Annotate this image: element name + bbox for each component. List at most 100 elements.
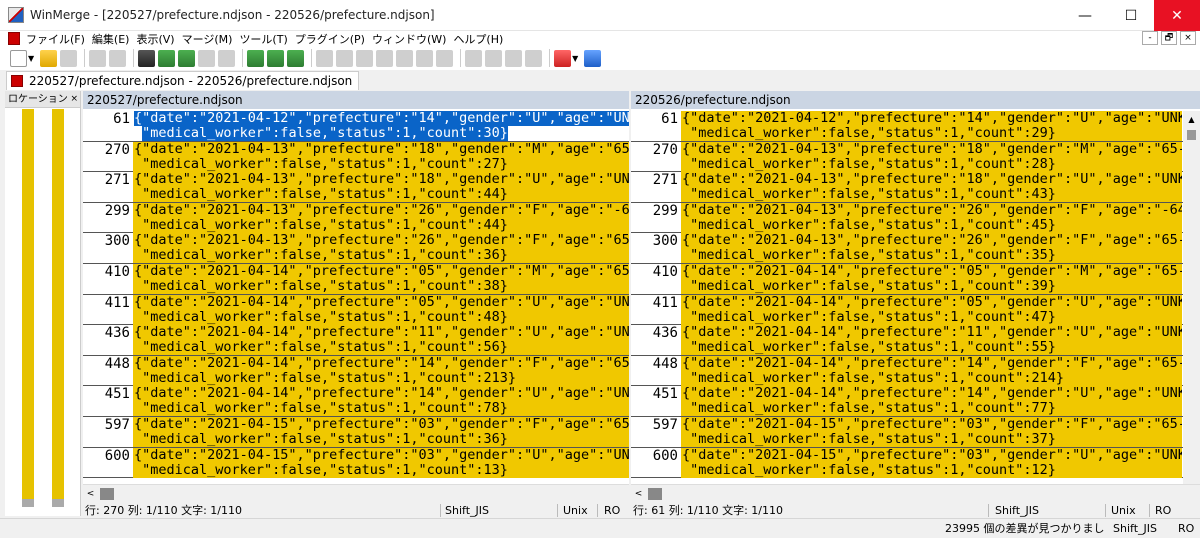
tab-compare[interactable]: 220527/prefecture.ndjson - 220526/prefec… (6, 71, 360, 90)
diff-line-text[interactable]: {"date":"2021-04-12","prefecture":"14","… (133, 111, 629, 141)
menu-edit[interactable]: 編集(E) (92, 31, 130, 47)
diff-line-text[interactable]: {"date":"2021-04-15","prefecture":"03","… (133, 416, 629, 447)
vertical-scrollbar[interactable]: ▲ (1183, 111, 1200, 484)
menu-help[interactable]: ヘルプ(H) (453, 31, 503, 47)
diff-row[interactable]: 270 {"date":"2021-04-13","prefecture":"18… (631, 141, 1200, 173)
current-difference-icon[interactable] (267, 49, 285, 67)
diff-row[interactable]: 299 {"date":"2021-04-13","prefecture":"26… (83, 202, 629, 234)
menu-tools[interactable]: ツール(T) (239, 31, 287, 47)
scroll-thumb[interactable] (1187, 130, 1196, 140)
diff-line-text[interactable]: {"date":"2021-04-14","prefecture":"14","… (133, 355, 629, 386)
all-right-icon[interactable] (396, 49, 414, 67)
new-dropdown-icon[interactable]: ▼ (28, 54, 34, 63)
diff-line-text[interactable]: {"date":"2021-04-14","prefecture":"05","… (133, 263, 629, 294)
document-menu-icon[interactable] (8, 32, 20, 45)
copy-left-icon[interactable] (336, 49, 354, 67)
redo-icon[interactable] (109, 49, 127, 67)
move-first-icon[interactable] (465, 49, 483, 67)
diff-row[interactable]: 436 {"date":"2021-04-14","prefecture":"11… (83, 325, 629, 356)
diff-line-text[interactable]: {"date":"2021-04-13","prefecture":"26","… (133, 233, 629, 264)
diff-row[interactable]: 600 {"date":"2021-04-15","prefecture":"03… (83, 447, 629, 479)
diff-row[interactable]: 600 {"date":"2021-04-15","prefecture":"03… (631, 447, 1200, 479)
maximize-button[interactable]: ☐ (1108, 0, 1154, 31)
diff-row[interactable]: 299 {"date":"2021-04-13","prefecture":"26… (631, 202, 1200, 234)
location-pane-close-icon[interactable]: × (70, 91, 78, 108)
diff-row[interactable]: 448 {"date":"2021-04-14","prefecture":"14… (83, 355, 629, 387)
close-button[interactable]: ✕ (1154, 0, 1200, 31)
menu-merge[interactable]: マージ(M) (182, 31, 233, 47)
left-pane-content[interactable]: 61 {"date":"2021-04-12","prefecture":"14"… (83, 111, 629, 484)
location-bar-left[interactable] (22, 109, 34, 507)
diff-row[interactable]: 61 {"date":"2021-04-12","prefecture":"14"… (83, 111, 629, 142)
all-left-icon[interactable] (416, 49, 434, 67)
diff-row[interactable]: 411 {"date":"2021-04-14","prefecture":"05… (631, 294, 1200, 326)
right-file-pane[interactable]: 220526/prefecture.ndjson 61 {"date":"2021… (631, 91, 1200, 503)
diff-line-text[interactable]: {"date":"2021-04-14","prefecture":"11","… (681, 325, 1182, 356)
undo-icon[interactable] (89, 49, 107, 67)
diff-line-text[interactable]: {"date":"2021-04-13","prefecture":"18","… (681, 172, 1182, 203)
next-conflict-icon[interactable] (198, 49, 216, 67)
diff-line-text[interactable]: {"date":"2021-04-14","prefecture":"14","… (133, 386, 629, 417)
left-file-pane[interactable]: 220527/prefecture.ndjson 61 {"date":"2021… (83, 91, 629, 503)
merge-option-icon[interactable] (436, 49, 454, 67)
refresh-icon[interactable] (584, 49, 602, 67)
menu-plugins[interactable]: プラグイン(P) (295, 31, 365, 47)
menu-file[interactable]: ファイル(F) (26, 31, 85, 47)
diff-row[interactable]: 271 {"date":"2021-04-13","prefecture":"18… (83, 172, 629, 203)
diff-row[interactable]: 271 {"date":"2021-04-13","prefecture":"18… (631, 172, 1200, 203)
menu-window[interactable]: ウィンドウ(W) (372, 31, 446, 47)
diff-line-text[interactable]: {"date":"2021-04-15","prefecture":"03","… (681, 416, 1182, 447)
last-difference-icon[interactable] (287, 49, 305, 67)
options-dropdown-icon[interactable]: ▼ (572, 54, 578, 63)
diff-line-text[interactable]: {"date":"2021-04-14","prefecture":"05","… (681, 294, 1182, 325)
diff-row[interactable]: 410 {"date":"2021-04-14","prefecture":"05… (631, 263, 1200, 295)
scroll-thumb[interactable] (648, 488, 662, 500)
diff-row[interactable]: 411 {"date":"2021-04-14","prefecture":"05… (83, 294, 629, 326)
new-file-icon[interactable] (10, 49, 27, 67)
diff-line-text[interactable]: {"date":"2021-04-13","prefecture":"18","… (133, 141, 629, 172)
diff-line-text[interactable]: {"date":"2021-04-15","prefecture":"03","… (681, 447, 1182, 478)
copy-right-advance-icon[interactable] (356, 49, 374, 67)
scroll-up-arrow-icon[interactable]: ▲ (1183, 111, 1200, 128)
diff-row[interactable]: 436 {"date":"2021-04-14","prefecture":"11… (631, 325, 1200, 356)
diff-line-text[interactable]: {"date":"2021-04-14","prefecture":"14","… (681, 355, 1182, 386)
diff-row[interactable]: 300 {"date":"2021-04-13","prefecture":"26… (83, 233, 629, 264)
copy-right-icon[interactable] (316, 49, 334, 67)
diff-line-text[interactable]: {"date":"2021-04-13","prefecture":"26","… (681, 233, 1182, 264)
move-last-icon[interactable] (525, 49, 543, 67)
right-horizontal-scrollbar[interactable]: < (631, 484, 1200, 503)
location-bar-right[interactable] (52, 109, 64, 507)
diff-row[interactable]: 597 {"date":"2021-04-15","prefecture":"03… (631, 416, 1200, 448)
diff-row[interactable]: 451 {"date":"2021-04-14","prefecture":"14… (83, 386, 629, 417)
diff-line-text[interactable]: {"date":"2021-04-13","prefecture":"26","… (133, 202, 629, 233)
diff-line-text[interactable]: {"date":"2021-04-14","prefecture":"05","… (681, 263, 1182, 294)
next-difference-icon[interactable] (158, 49, 176, 67)
move-next-icon[interactable] (505, 49, 523, 67)
move-prev-icon[interactable] (485, 49, 503, 67)
diff-line-text[interactable]: {"date":"2021-04-15","prefecture":"03","… (133, 447, 629, 478)
diff-row[interactable]: 597 {"date":"2021-04-15","prefecture":"03… (83, 416, 629, 448)
previous-conflict-icon[interactable] (218, 49, 236, 67)
minimize-button[interactable]: — (1062, 0, 1108, 31)
diff-line-text[interactable]: {"date":"2021-04-14","prefecture":"05","… (133, 294, 629, 325)
diff-row[interactable]: 300 {"date":"2021-04-13","prefecture":"26… (631, 233, 1200, 264)
options-icon[interactable] (554, 49, 572, 67)
diff-line-text[interactable]: {"date":"2021-04-13","prefecture":"26","… (681, 202, 1182, 233)
open-folder-icon[interactable] (40, 49, 58, 67)
save-icon[interactable] (60, 49, 78, 67)
copy-left-advance-icon[interactable] (376, 49, 394, 67)
location-pane[interactable]: ロケーション × (5, 91, 81, 516)
diff-row[interactable]: 270 {"date":"2021-04-13","prefecture":"18… (83, 141, 629, 173)
diff-row[interactable]: 61 {"date":"2021-04-12","prefecture":"14"… (631, 111, 1200, 142)
diff-row[interactable]: 451 {"date":"2021-04-14","prefecture":"14… (631, 386, 1200, 417)
diff-row[interactable]: 448 {"date":"2021-04-14","prefecture":"14… (631, 355, 1200, 387)
mdi-minimize-button[interactable]: - (1142, 31, 1158, 45)
first-difference-icon[interactable] (247, 49, 265, 67)
left-horizontal-scrollbar[interactable]: < (83, 484, 629, 503)
mdi-close-button[interactable]: × (1180, 31, 1196, 45)
scroll-left-arrow-icon[interactable]: < (83, 489, 98, 499)
mdi-restore-button[interactable]: 🗗 (1161, 31, 1177, 45)
diff-line-text[interactable]: {"date":"2021-04-12","prefecture":"14","… (681, 111, 1182, 141)
menu-view[interactable]: 表示(V) (136, 31, 174, 47)
diff-line-text[interactable]: {"date":"2021-04-13","prefecture":"18","… (133, 172, 629, 203)
